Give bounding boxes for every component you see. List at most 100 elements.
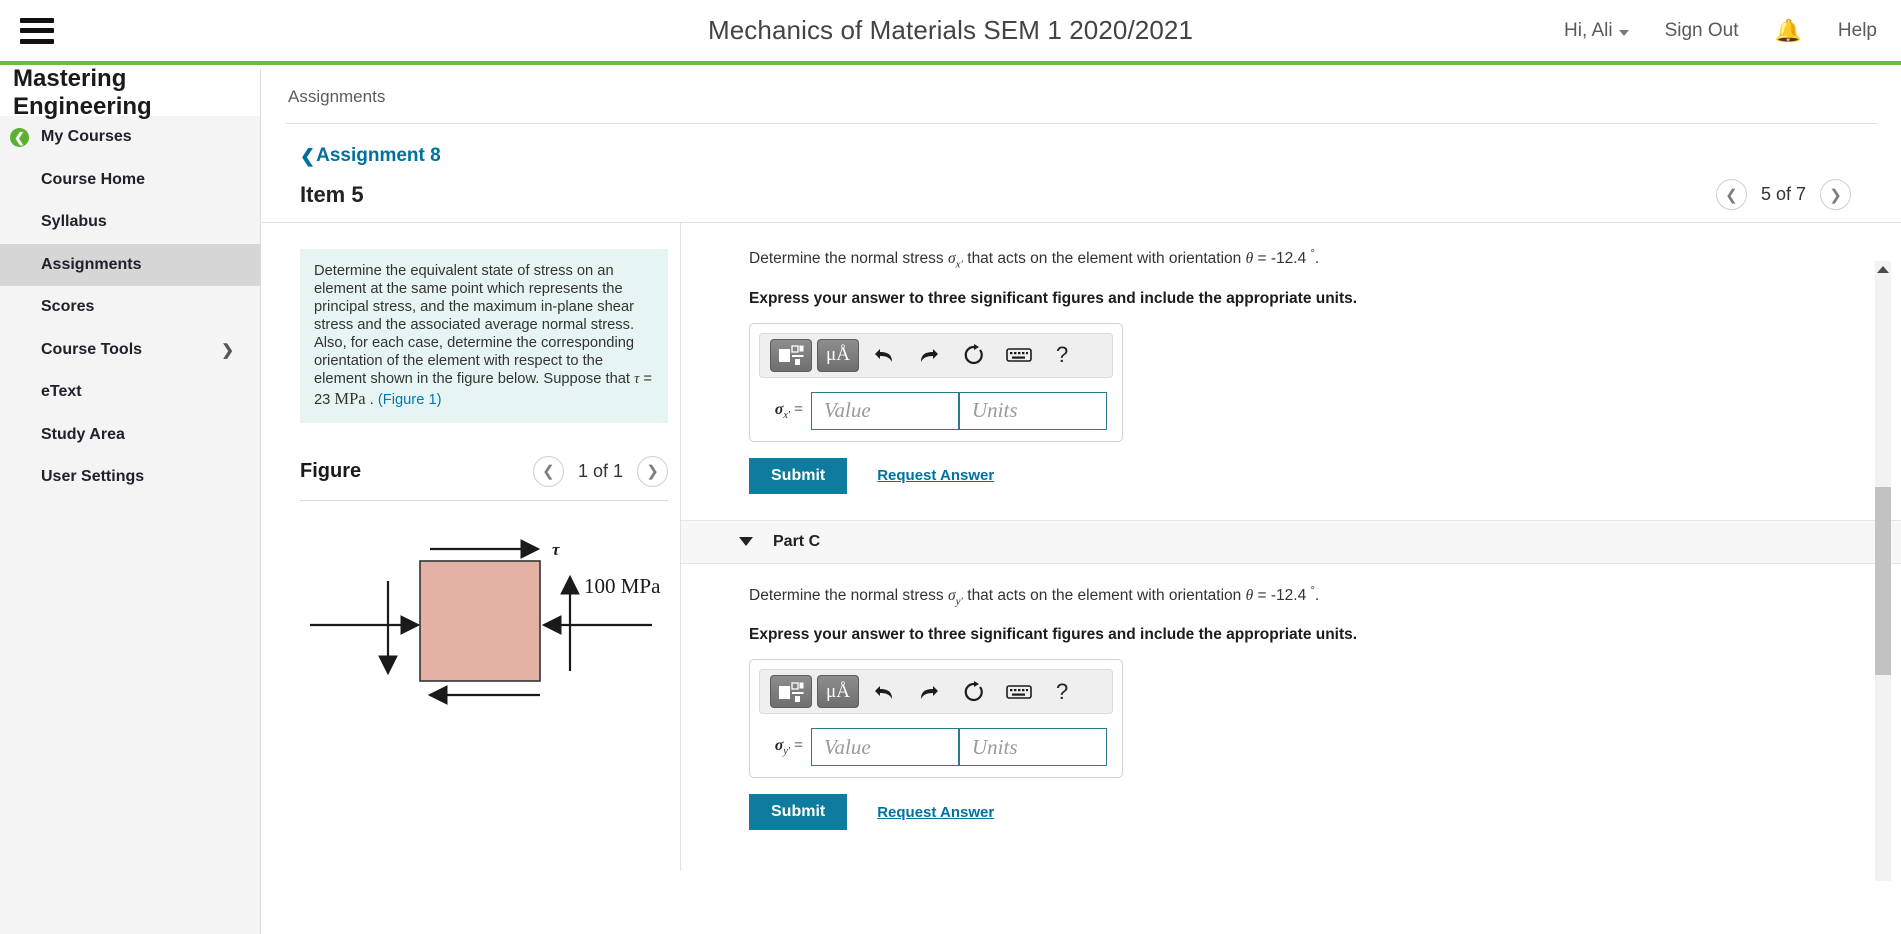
part-c-request-answer-link[interactable]: Request Answer — [877, 804, 994, 821]
top-bar: Mechanics of Materials SEM 1 2020/2021 H… — [0, 0, 1901, 65]
reset-circular-arrow-icon[interactable] — [961, 343, 987, 368]
part-c-variable-label: σy′ = — [759, 737, 811, 757]
tau-unit: MPa — [334, 389, 365, 408]
item-title: Item 5 — [300, 182, 364, 208]
chevron-left-icon: ❮ — [300, 146, 315, 167]
bell-icon[interactable]: 🔔 — [1775, 20, 1802, 42]
part-b-request-answer-link[interactable]: Request Answer — [877, 467, 994, 484]
figure-image: τ 100 MPa — [300, 521, 680, 736]
scroll-up-arrow-icon[interactable] — [1877, 266, 1889, 273]
next-figure-button[interactable]: ❯ — [637, 456, 668, 487]
breadcrumb[interactable]: Assignments — [262, 69, 1901, 107]
next-item-button[interactable]: ❯ — [1820, 179, 1851, 210]
part-b-toolbar: μÅ — [759, 333, 1113, 378]
redo-arrow-icon[interactable] — [916, 343, 942, 368]
part-c-submit-button[interactable]: Submit — [749, 794, 847, 830]
question-text: Determine the normal stress — [749, 587, 948, 604]
part-c-header[interactable]: Part C — [681, 520, 1901, 564]
units-icon[interactable]: μÅ — [817, 675, 859, 708]
scrollbar-thumb[interactable] — [1875, 487, 1891, 675]
part-c-question: Determine the normal stress σy′ that act… — [749, 584, 1901, 610]
part-c-toolbar: μÅ — [759, 669, 1113, 714]
tau-tail: . — [366, 392, 378, 408]
back-arrow-icon: ❮ — [10, 128, 29, 147]
sidebar-item-etext[interactable]: eText — [0, 371, 260, 414]
prev-item-button[interactable]: ❮ — [1716, 179, 1747, 210]
prev-figure-button[interactable]: ❮ — [533, 456, 564, 487]
sign-out-button[interactable]: Sign Out — [1665, 20, 1739, 42]
sidebar-item-label: Course Tools — [41, 341, 142, 359]
math-template-icon[interactable] — [770, 339, 812, 372]
theta-value: = -12.4 — [1253, 250, 1310, 267]
question-text-mid: that acts on the element with orientatio… — [963, 250, 1246, 267]
part-c-answer-box: μÅ — [749, 659, 1123, 778]
redo-arrow-icon[interactable] — [916, 679, 942, 704]
math-help-icon[interactable]: ? — [1056, 679, 1068, 705]
part-c-instruction: Express your answer to three significant… — [749, 626, 1901, 644]
part-c-value-input[interactable]: Value — [811, 728, 959, 766]
sidebar: Mastering Engineering ❮ My Courses Cours… — [0, 69, 261, 934]
item-header-row: Item 5 ❮ 5 of 7 ❯ — [262, 167, 1901, 210]
sidebar-item-syllabus[interactable]: Syllabus — [0, 201, 260, 244]
help-button[interactable]: Help — [1838, 20, 1877, 42]
sidebar-item-label: My Courses — [41, 128, 132, 146]
part-b-units-input[interactable]: Units — [959, 392, 1107, 430]
user-menu[interactable]: Hi, Ali — [1564, 20, 1629, 42]
math-help-icon[interactable]: ? — [1056, 342, 1068, 368]
undo-arrow-icon[interactable] — [871, 343, 897, 368]
sidebar-item-study-area[interactable]: Study Area — [0, 414, 260, 457]
breadcrumb-divider — [286, 123, 1877, 124]
question-period: . — [1315, 250, 1319, 267]
sidebar-item-course-tools[interactable]: Course Tools ❯ — [0, 329, 260, 372]
stress-element-square — [420, 561, 540, 681]
part-b-submit-button[interactable]: Submit — [749, 458, 847, 494]
sigma-symbol: σ — [948, 587, 956, 604]
main-content: Assignments ❮ Assignment 8 Item 5 ❮ 5 of… — [262, 69, 1901, 934]
figure-title: Figure — [300, 460, 361, 483]
reset-circular-arrow-icon[interactable] — [961, 679, 987, 704]
sidebar-item-label: Syllabus — [41, 213, 107, 231]
keyboard-icon[interactable] — [1006, 679, 1032, 704]
user-greeting-label: Hi, Ali — [1564, 20, 1613, 42]
sigma-symbol: σ — [948, 250, 956, 267]
sidebar-item-assignments[interactable]: Assignments — [0, 244, 260, 287]
problem-statement: Determine the equivalent state of stress… — [300, 249, 668, 423]
item-pager-label: 5 of 7 — [1761, 184, 1806, 205]
units-icon[interactable]: μÅ — [817, 339, 859, 372]
answer-column: Determine the normal stress σx′ that act… — [681, 223, 1901, 871]
keyboard-icon[interactable] — [1006, 343, 1032, 368]
sidebar-item-my-courses[interactable]: ❮ My Courses — [0, 116, 260, 159]
sidebar-item-scores[interactable]: Scores — [0, 286, 260, 329]
figure-1-link[interactable]: (Figure 1) — [378, 392, 442, 408]
top-bar-actions: Hi, Ali Sign Out 🔔 Help — [1564, 20, 1877, 42]
variable-equals: = — [790, 401, 803, 418]
sidebar-item-label: Scores — [41, 298, 94, 316]
sidebar-item-course-home[interactable]: Course Home — [0, 159, 260, 202]
math-template-icon[interactable] — [770, 675, 812, 708]
part-b-question: Determine the normal stress σx′ that act… — [749, 247, 1901, 273]
vertical-scrollbar[interactable] — [1875, 261, 1891, 881]
question-text: Determine the normal stress — [749, 250, 948, 267]
part-b-variable-label: σx′ = — [759, 401, 811, 421]
units-label: μÅ — [826, 681, 850, 703]
part-c-input-row: σy′ = Value Units — [759, 728, 1113, 766]
part-c-units-input[interactable]: Units — [959, 728, 1107, 766]
part-b-instruction: Express your answer to three significant… — [749, 290, 1901, 308]
problem-text: Determine the equivalent state of stress… — [314, 263, 634, 387]
shear-stress-label: τ — [552, 540, 560, 559]
sidebar-item-label: eText — [41, 383, 82, 401]
collapse-triangle-icon[interactable] — [739, 537, 753, 546]
assignment-back-link[interactable]: ❮ Assignment 8 — [300, 145, 441, 167]
undo-arrow-icon[interactable] — [871, 679, 897, 704]
sidebar-item-user-settings[interactable]: User Settings — [0, 456, 260, 499]
normal-stress-label: 100 MPa — [584, 574, 661, 598]
theta-value: = -12.4 — [1253, 587, 1310, 604]
figure-header: Figure ❮ 1 of 1 ❯ — [300, 456, 668, 487]
sigma-subscript: x′ — [956, 258, 963, 270]
part-b-input-row: σx′ = Value Units — [759, 392, 1113, 430]
sigma-subscript: y′ — [956, 595, 963, 607]
sidebar-item-label: User Settings — [41, 468, 144, 486]
part-b-value-input[interactable]: Value — [811, 392, 959, 430]
chevron-right-icon: ❯ — [221, 341, 234, 359]
sidebar-item-label: Course Home — [41, 171, 145, 189]
